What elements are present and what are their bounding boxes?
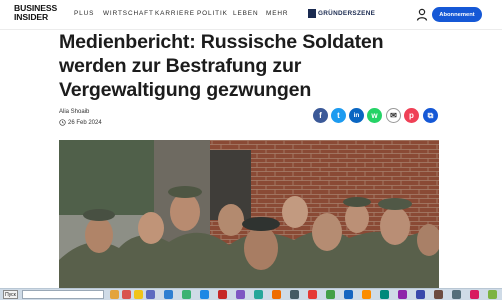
facebook-icon: f (319, 111, 322, 120)
share-linkedin-button[interactable]: in (349, 108, 364, 123)
author-name[interactable]: Alia Shoaib (59, 109, 89, 115)
app-icon-gray[interactable] (290, 290, 299, 299)
nav-item-karriere[interactable]: KARRIERE (155, 10, 195, 17)
nav-item-mehr[interactable]: MEHR (266, 10, 288, 17)
clock-icon (59, 119, 66, 126)
gruenderszene-logo-icon (308, 8, 316, 18)
app-icon-slate[interactable] (452, 290, 461, 299)
app-icon-browser[interactable] (164, 290, 173, 299)
app-icon-green-2[interactable] (326, 290, 335, 299)
article-video[interactable] (59, 140, 439, 300)
pocket-icon: p (409, 111, 414, 120)
top-navigation: BUSINESS INSIDER PLUS WIRTSCHAFT KARRIER… (0, 0, 502, 30)
app-icon-lime[interactable] (488, 290, 497, 299)
nav-item-politik[interactable]: POLITIK (197, 10, 228, 17)
start-button[interactable]: Пуск (3, 290, 18, 299)
linkedin-icon: in (353, 112, 360, 119)
logo-line-2: INSIDER (14, 12, 49, 22)
windows-taskbar: Пуск (0, 288, 502, 300)
share-twitter-button[interactable]: t (331, 108, 346, 123)
app-icon-teal-2[interactable] (380, 290, 389, 299)
nav-item-plus[interactable]: PLUS (74, 10, 94, 17)
article-headline: Medienbericht: Russische Soldaten werden… (59, 31, 384, 101)
app-icon-pink[interactable] (470, 290, 479, 299)
app-icon-blue[interactable] (146, 290, 155, 299)
share-whatsapp-button[interactable]: w (367, 108, 382, 123)
copy-link-icon: ⧉ (427, 110, 434, 120)
app-icon-orange-2[interactable] (362, 290, 371, 299)
app-icon-red[interactable] (122, 290, 131, 299)
email-icon: ✉ (390, 111, 397, 120)
gruenderszene-link[interactable]: GRÜNDERSZENE (308, 8, 375, 18)
user-account-icon[interactable] (416, 8, 428, 22)
share-pocket-button[interactable]: p (404, 108, 419, 123)
gruenderszene-label: GRÜNDERSZENE (318, 9, 376, 17)
app-icon-purple[interactable] (236, 290, 245, 299)
app-icon-brown[interactable] (434, 290, 443, 299)
whatsapp-icon: w (371, 111, 378, 120)
app-icon-dark-red[interactable] (218, 290, 227, 299)
app-icon-purple-2[interactable] (398, 290, 407, 299)
app-icon-indigo[interactable] (416, 290, 425, 299)
publish-date: 26 Feb 2024 (68, 119, 102, 126)
subscribe-button[interactable]: Abonnement (432, 7, 482, 22)
app-icon-orange[interactable] (272, 290, 281, 299)
share-facebook-button[interactable]: f (313, 108, 328, 123)
app-icon-blue-2[interactable] (344, 290, 353, 299)
nav-item-leben[interactable]: LEBEN (233, 10, 258, 17)
twitter-icon: t (337, 111, 340, 120)
app-icon-edge[interactable] (200, 290, 209, 299)
business-insider-logo[interactable]: BUSINESS INSIDER (14, 4, 62, 22)
taskbar-search-box[interactable] (22, 290, 104, 299)
app-icon-green[interactable] (182, 290, 191, 299)
nav-item-wirtschaft[interactable]: WIRTSCHAFT (103, 10, 154, 17)
app-icon-teal[interactable] (254, 290, 263, 299)
share-email-button[interactable]: ✉ (386, 108, 401, 123)
app-icon-red-2[interactable] (308, 290, 317, 299)
video-frame-image (59, 140, 439, 300)
publish-date-row: 26 Feb 2024 (59, 119, 102, 126)
app-icon-yellow[interactable] (134, 290, 143, 299)
file-explorer-icon[interactable] (110, 290, 119, 299)
copy-link-button[interactable]: ⧉ (423, 108, 438, 123)
